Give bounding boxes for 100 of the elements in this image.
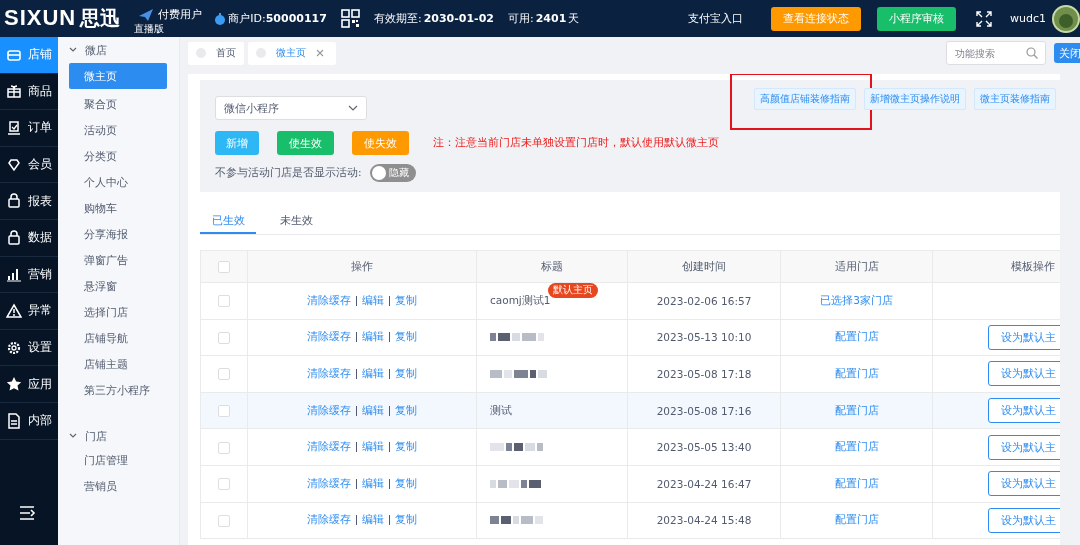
action-link[interactable]: 编辑 (362, 367, 384, 379)
action-button[interactable]: 使失效 (352, 131, 409, 155)
merchant-id: 商户ID:50000117 (228, 11, 327, 26)
submenu-item[interactable]: 活动页 (69, 119, 167, 141)
status-tab[interactable]: 已生效 (200, 207, 256, 234)
guide-button[interactable]: 微主页装修指南 (974, 88, 1056, 110)
action-link[interactable]: 编辑 (362, 476, 384, 489)
column-header: 标题 (476, 250, 628, 283)
fullscreen-icon (976, 10, 992, 27)
submenu-group[interactable]: 微店 (69, 41, 169, 59)
action-button[interactable]: 使生效 (277, 131, 334, 155)
status-tab[interactable]: 未生效 (268, 207, 324, 234)
settings-icon (6, 339, 22, 356)
checkbox[interactable] (218, 405, 230, 418)
checkbox[interactable] (218, 441, 230, 454)
action-link[interactable]: 清除缓存 (307, 330, 351, 343)
toggle-switch[interactable]: 隐藏 (369, 164, 416, 182)
notice-text: 注：注意当前门店未单独设置门店时，默认使用默认微主页 (433, 136, 719, 150)
submenu-item[interactable]: 门店管理 (69, 449, 167, 471)
submenu-item[interactable]: 悬浮窗 (69, 275, 167, 297)
submenu-group[interactable]: 门店 (69, 427, 169, 445)
store-link[interactable]: 已选择3家门店 (820, 293, 893, 306)
checkbox[interactable] (218, 295, 230, 308)
receipt-icon (6, 120, 22, 136)
action-link[interactable]: 编辑 (362, 403, 384, 416)
nav-item[interactable]: 店铺 (0, 37, 58, 74)
store-link[interactable]: 配置门店 (834, 476, 879, 489)
guide-button[interactable]: 新增微主页操作说明 (864, 88, 966, 110)
lock-icon (6, 193, 22, 210)
store-link[interactable]: 配置门店 (834, 330, 879, 343)
submenu-item[interactable]: 选择门店 (69, 301, 167, 323)
checkbox[interactable] (218, 514, 230, 527)
set-default-button[interactable]: 设为默认主 (988, 361, 1060, 387)
action-link[interactable]: 清除缓存 (307, 293, 351, 306)
page-tab[interactable]: 首页 (188, 41, 244, 65)
header-button[interactable]: 查看连接状态 (771, 6, 861, 31)
action-link[interactable]: 清除缓存 (307, 440, 351, 453)
action-link[interactable]: 编辑 (362, 293, 384, 306)
set-default-button[interactable]: 设为默认主 (988, 324, 1060, 350)
table-cell: 测试 (490, 403, 512, 416)
set-default-button[interactable]: 设为默认主 (988, 434, 1060, 460)
action-link[interactable]: 编辑 (362, 513, 384, 526)
header-button[interactable]: 小程序审核 (877, 6, 956, 31)
action-link[interactable]: 清除缓存 (307, 403, 351, 416)
checkbox[interactable] (218, 478, 230, 491)
alipay-link[interactable]: 支付宝入口 (688, 11, 743, 26)
balloon-icon (214, 12, 227, 25)
set-default-button[interactable]: 设为默认主 (988, 471, 1060, 497)
close-button[interactable]: 关闭 (1054, 43, 1080, 63)
action-link[interactable]: 复制 (395, 440, 417, 453)
action-link[interactable]: 复制 (395, 513, 417, 526)
submenu-item[interactable]: 分类页 (69, 145, 167, 167)
paper-plane-icon (138, 7, 155, 22)
star-icon (6, 376, 22, 393)
submenu-item[interactable]: 第三方小程序 (69, 379, 167, 401)
action-link[interactable]: 复制 (395, 293, 417, 306)
action-link[interactable]: 复制 (395, 403, 417, 416)
column-header: 操作 (247, 250, 477, 283)
search-field[interactable]: 功能搜索 (946, 41, 1046, 65)
dropdown[interactable]: 微信小程序 (215, 96, 367, 120)
submenu-item[interactable]: 营销员 (69, 475, 167, 497)
search-icon (1026, 47, 1038, 59)
toggle-label: 不参与活动门店是否显示活动: (215, 166, 362, 180)
submenu-item[interactable]: 购物车 (69, 197, 167, 219)
set-default-button[interactable]: 设为默认主 (988, 507, 1060, 533)
store-link[interactable]: 配置门店 (834, 440, 879, 453)
page-tab[interactable]: 微主页 (248, 41, 336, 65)
submenu-item[interactable]: 聚合页 (69, 93, 167, 115)
submenu-item[interactable]: 店铺主题 (69, 353, 167, 375)
set-default-button[interactable]: 设为默认主 (988, 398, 1060, 424)
store-link[interactable]: 配置门店 (834, 367, 879, 379)
submenu-item[interactable]: 微主页 (69, 63, 167, 89)
action-link[interactable]: 复制 (395, 367, 417, 379)
lock-icon (6, 229, 22, 246)
action-link[interactable]: 编辑 (362, 440, 384, 453)
submenu-item[interactable]: 店铺导航 (69, 327, 167, 349)
submenu-item[interactable]: 弹窗广告 (69, 249, 167, 271)
submenu-item[interactable]: 个人中心 (69, 171, 167, 193)
table-cell: caomj测试1 (490, 293, 551, 306)
action-button[interactable]: 新增 (215, 131, 259, 155)
edition-label: 直播版 (134, 22, 165, 34)
action-link[interactable]: 编辑 (362, 330, 384, 343)
action-link[interactable]: 复制 (395, 330, 417, 343)
store-link[interactable]: 配置门店 (834, 403, 879, 416)
checkbox[interactable] (218, 368, 230, 381)
document-icon (6, 412, 22, 429)
logo-text: 思迅 (80, 5, 121, 32)
action-link[interactable]: 复制 (395, 476, 417, 489)
warning-icon (6, 302, 22, 319)
action-link[interactable]: 清除缓存 (307, 476, 351, 489)
chevron-down-icon (348, 105, 358, 111)
checkbox[interactable] (218, 331, 230, 344)
action-link[interactable]: 清除缓存 (307, 513, 351, 526)
store-link[interactable]: 配置门店 (834, 513, 879, 526)
chevron-down-icon (69, 433, 77, 439)
submenu-item[interactable]: 分享海报 (69, 223, 167, 245)
guide-button[interactable]: 高颜值店铺装修指南 (754, 88, 856, 110)
action-link[interactable]: 清除缓存 (307, 367, 351, 379)
username: wudc1 (1010, 12, 1046, 25)
checkbox[interactable] (218, 261, 230, 273)
